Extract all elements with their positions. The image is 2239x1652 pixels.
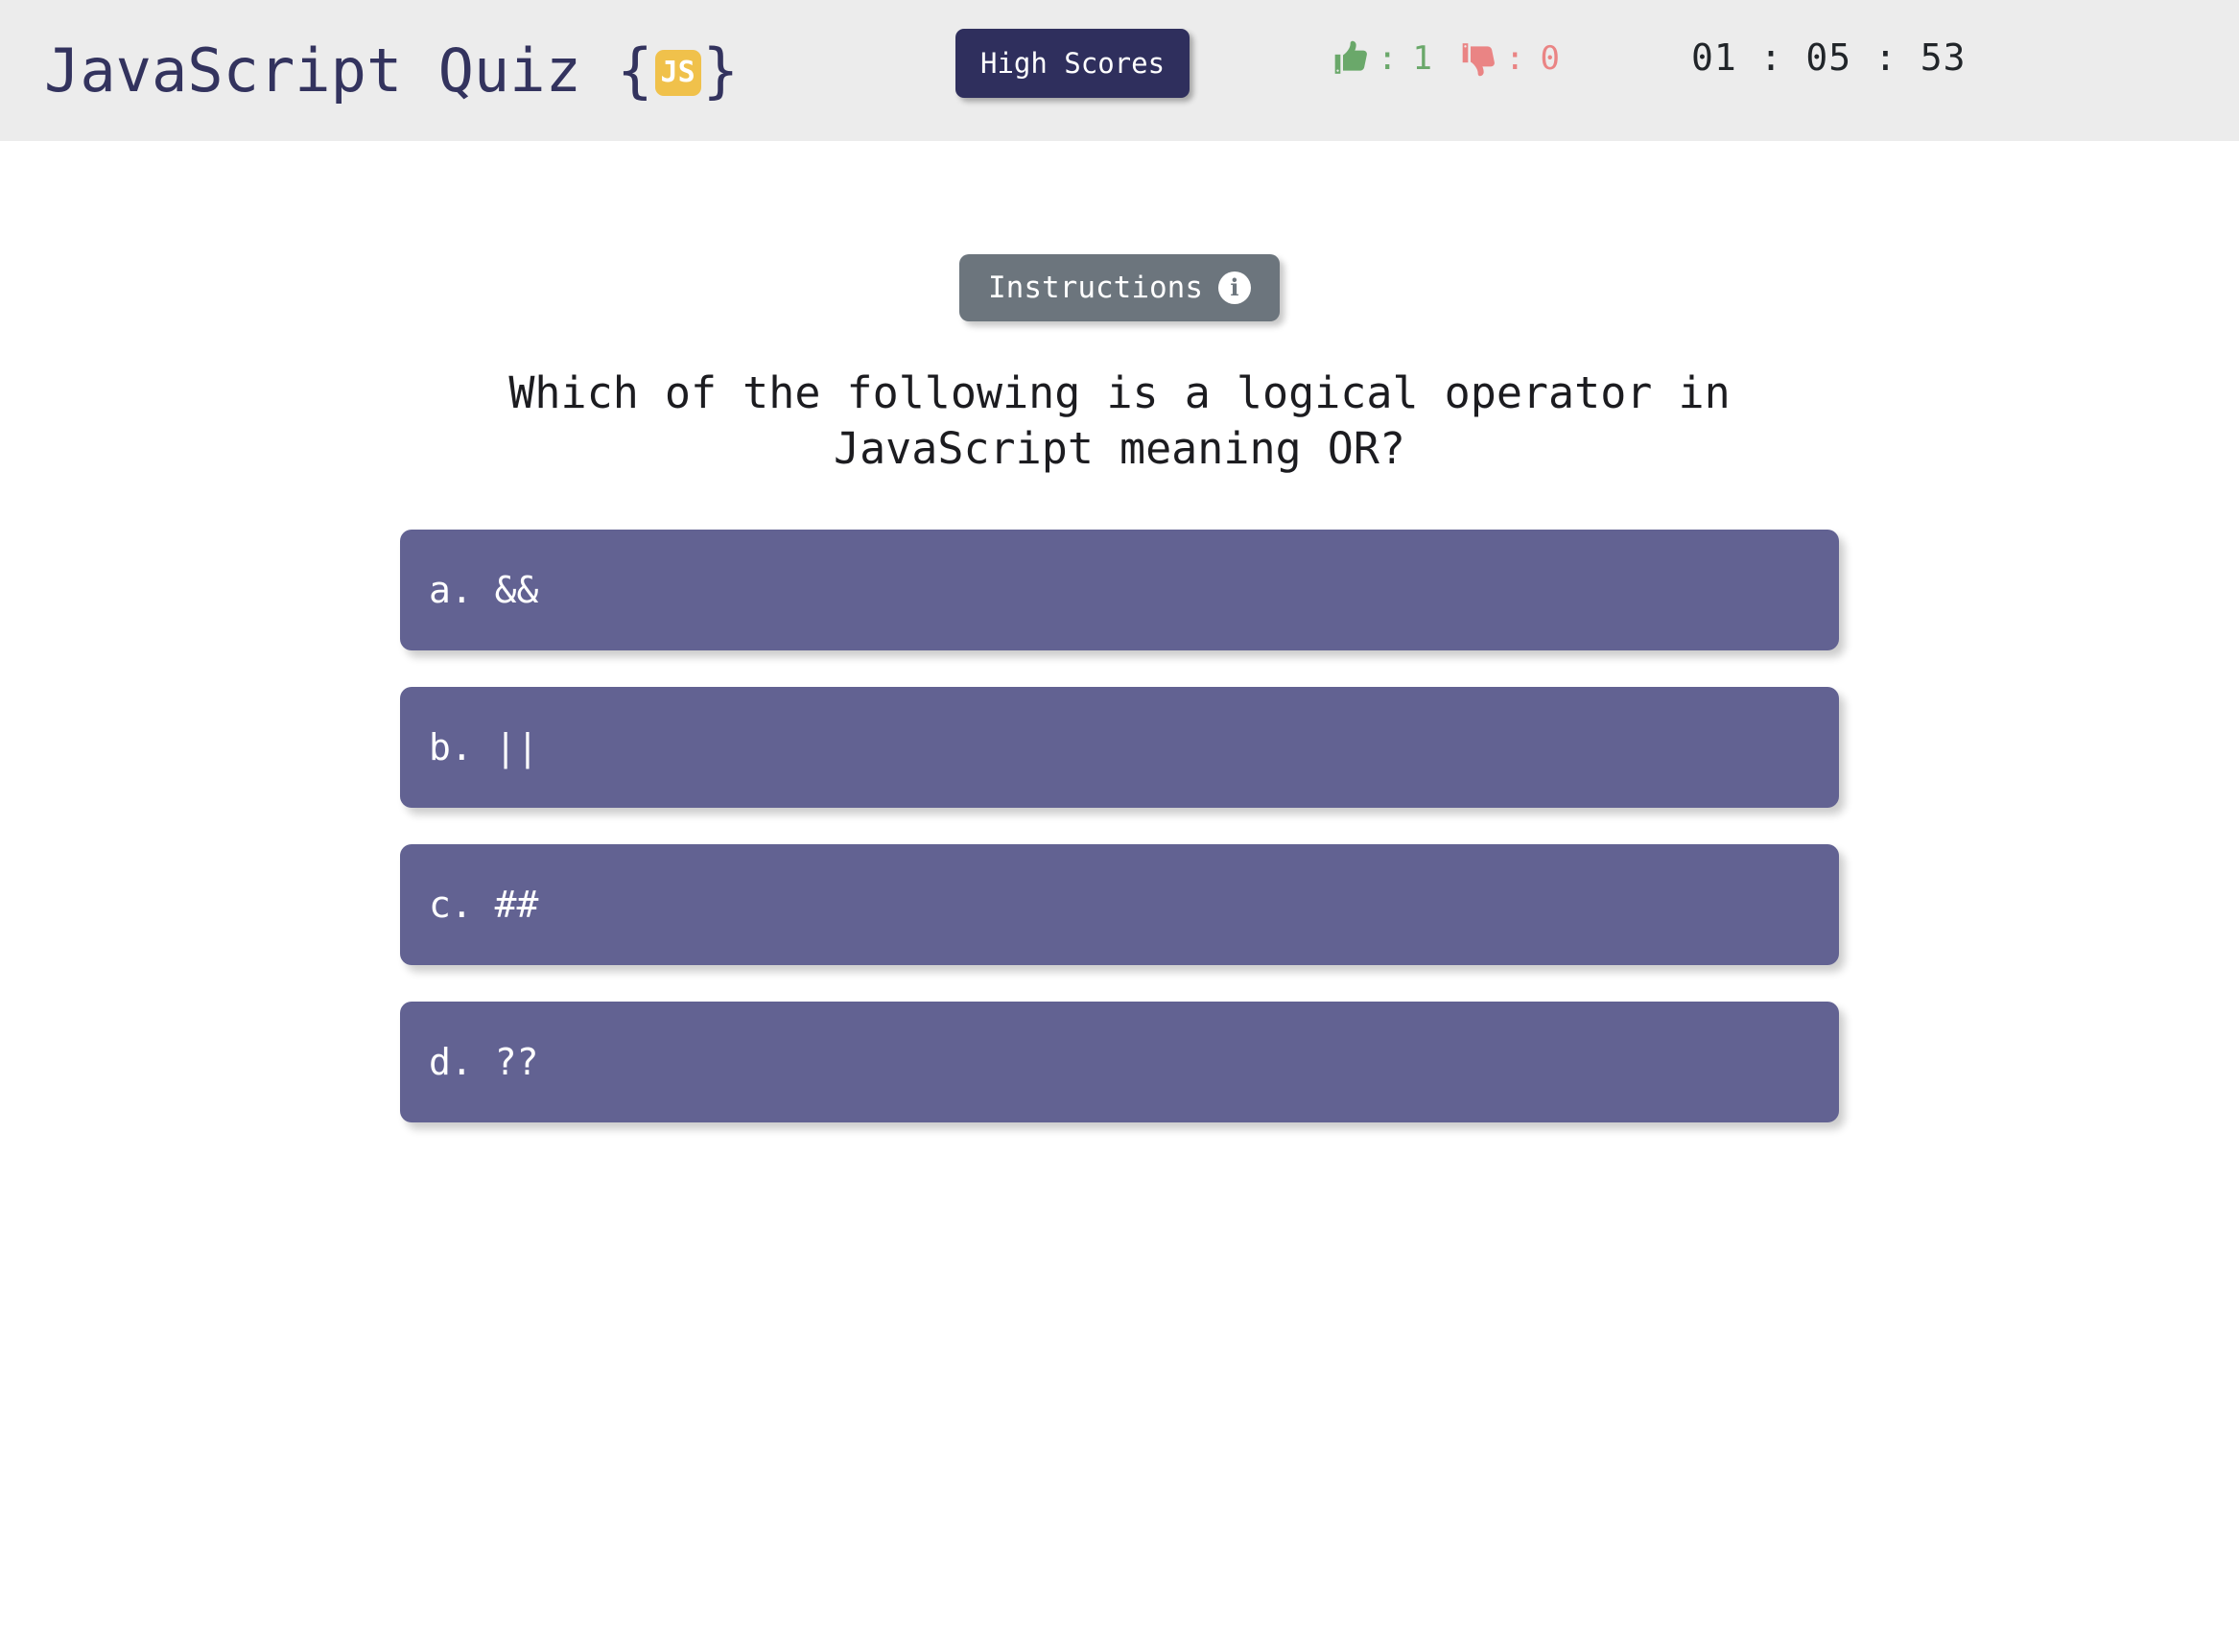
answer-option-b[interactable]: b. ||	[400, 687, 1839, 809]
downvote-count: 0	[1540, 39, 1560, 78]
upvote-count: 1	[1412, 39, 1432, 78]
answer-option-d-label: d. ??	[429, 1041, 539, 1084]
countdown-timer: 01 : 05 : 53	[1691, 36, 1967, 79]
app-title: JavaScript Quiz	[44, 35, 581, 106]
brace-open: {	[617, 35, 653, 106]
js-badge-icon: JS	[654, 49, 701, 96]
app-header: JavaScript Quiz { JS } High Scores : 1:…	[0, 0, 2239, 141]
answer-option-c-label: c. ##	[429, 884, 539, 927]
quiz-main: Instructions i Which of the following is…	[0, 254, 2239, 1652]
answer-option-c[interactable]: c. ##	[400, 844, 1839, 966]
info-circle-icon: i	[1217, 271, 1251, 304]
vote-counters: : 1 : 0	[1333, 27, 1560, 90]
answer-option-a-label: a. &&	[429, 569, 539, 612]
instructions-label: Instructions	[988, 271, 1203, 305]
app-brand: JavaScript Quiz { JS }	[44, 35, 739, 106]
thumbs-up-icon	[1333, 39, 1372, 78]
answer-options-list: a. && b. || c. ## d. ??	[400, 530, 1839, 1123]
upvote-separator: :	[1378, 39, 1398, 78]
answer-option-d[interactable]: d. ??	[400, 1002, 1839, 1123]
thumbs-down-icon	[1461, 39, 1499, 78]
upvote-counter[interactable]: : 1	[1333, 39, 1432, 78]
high-scores-button[interactable]: High Scores	[955, 29, 1190, 98]
brace-close: }	[702, 35, 739, 106]
downvote-counter[interactable]: : 0	[1461, 39, 1560, 78]
downvote-separator: :	[1504, 39, 1525, 78]
instructions-row: Instructions i	[0, 254, 2239, 321]
answer-option-a[interactable]: a. &&	[400, 530, 1839, 651]
answer-option-b-label: b. ||	[429, 726, 539, 769]
instructions-button[interactable]: Instructions i	[959, 254, 1280, 321]
question-text: Which of the following is a logical oper…	[508, 367, 1731, 474]
